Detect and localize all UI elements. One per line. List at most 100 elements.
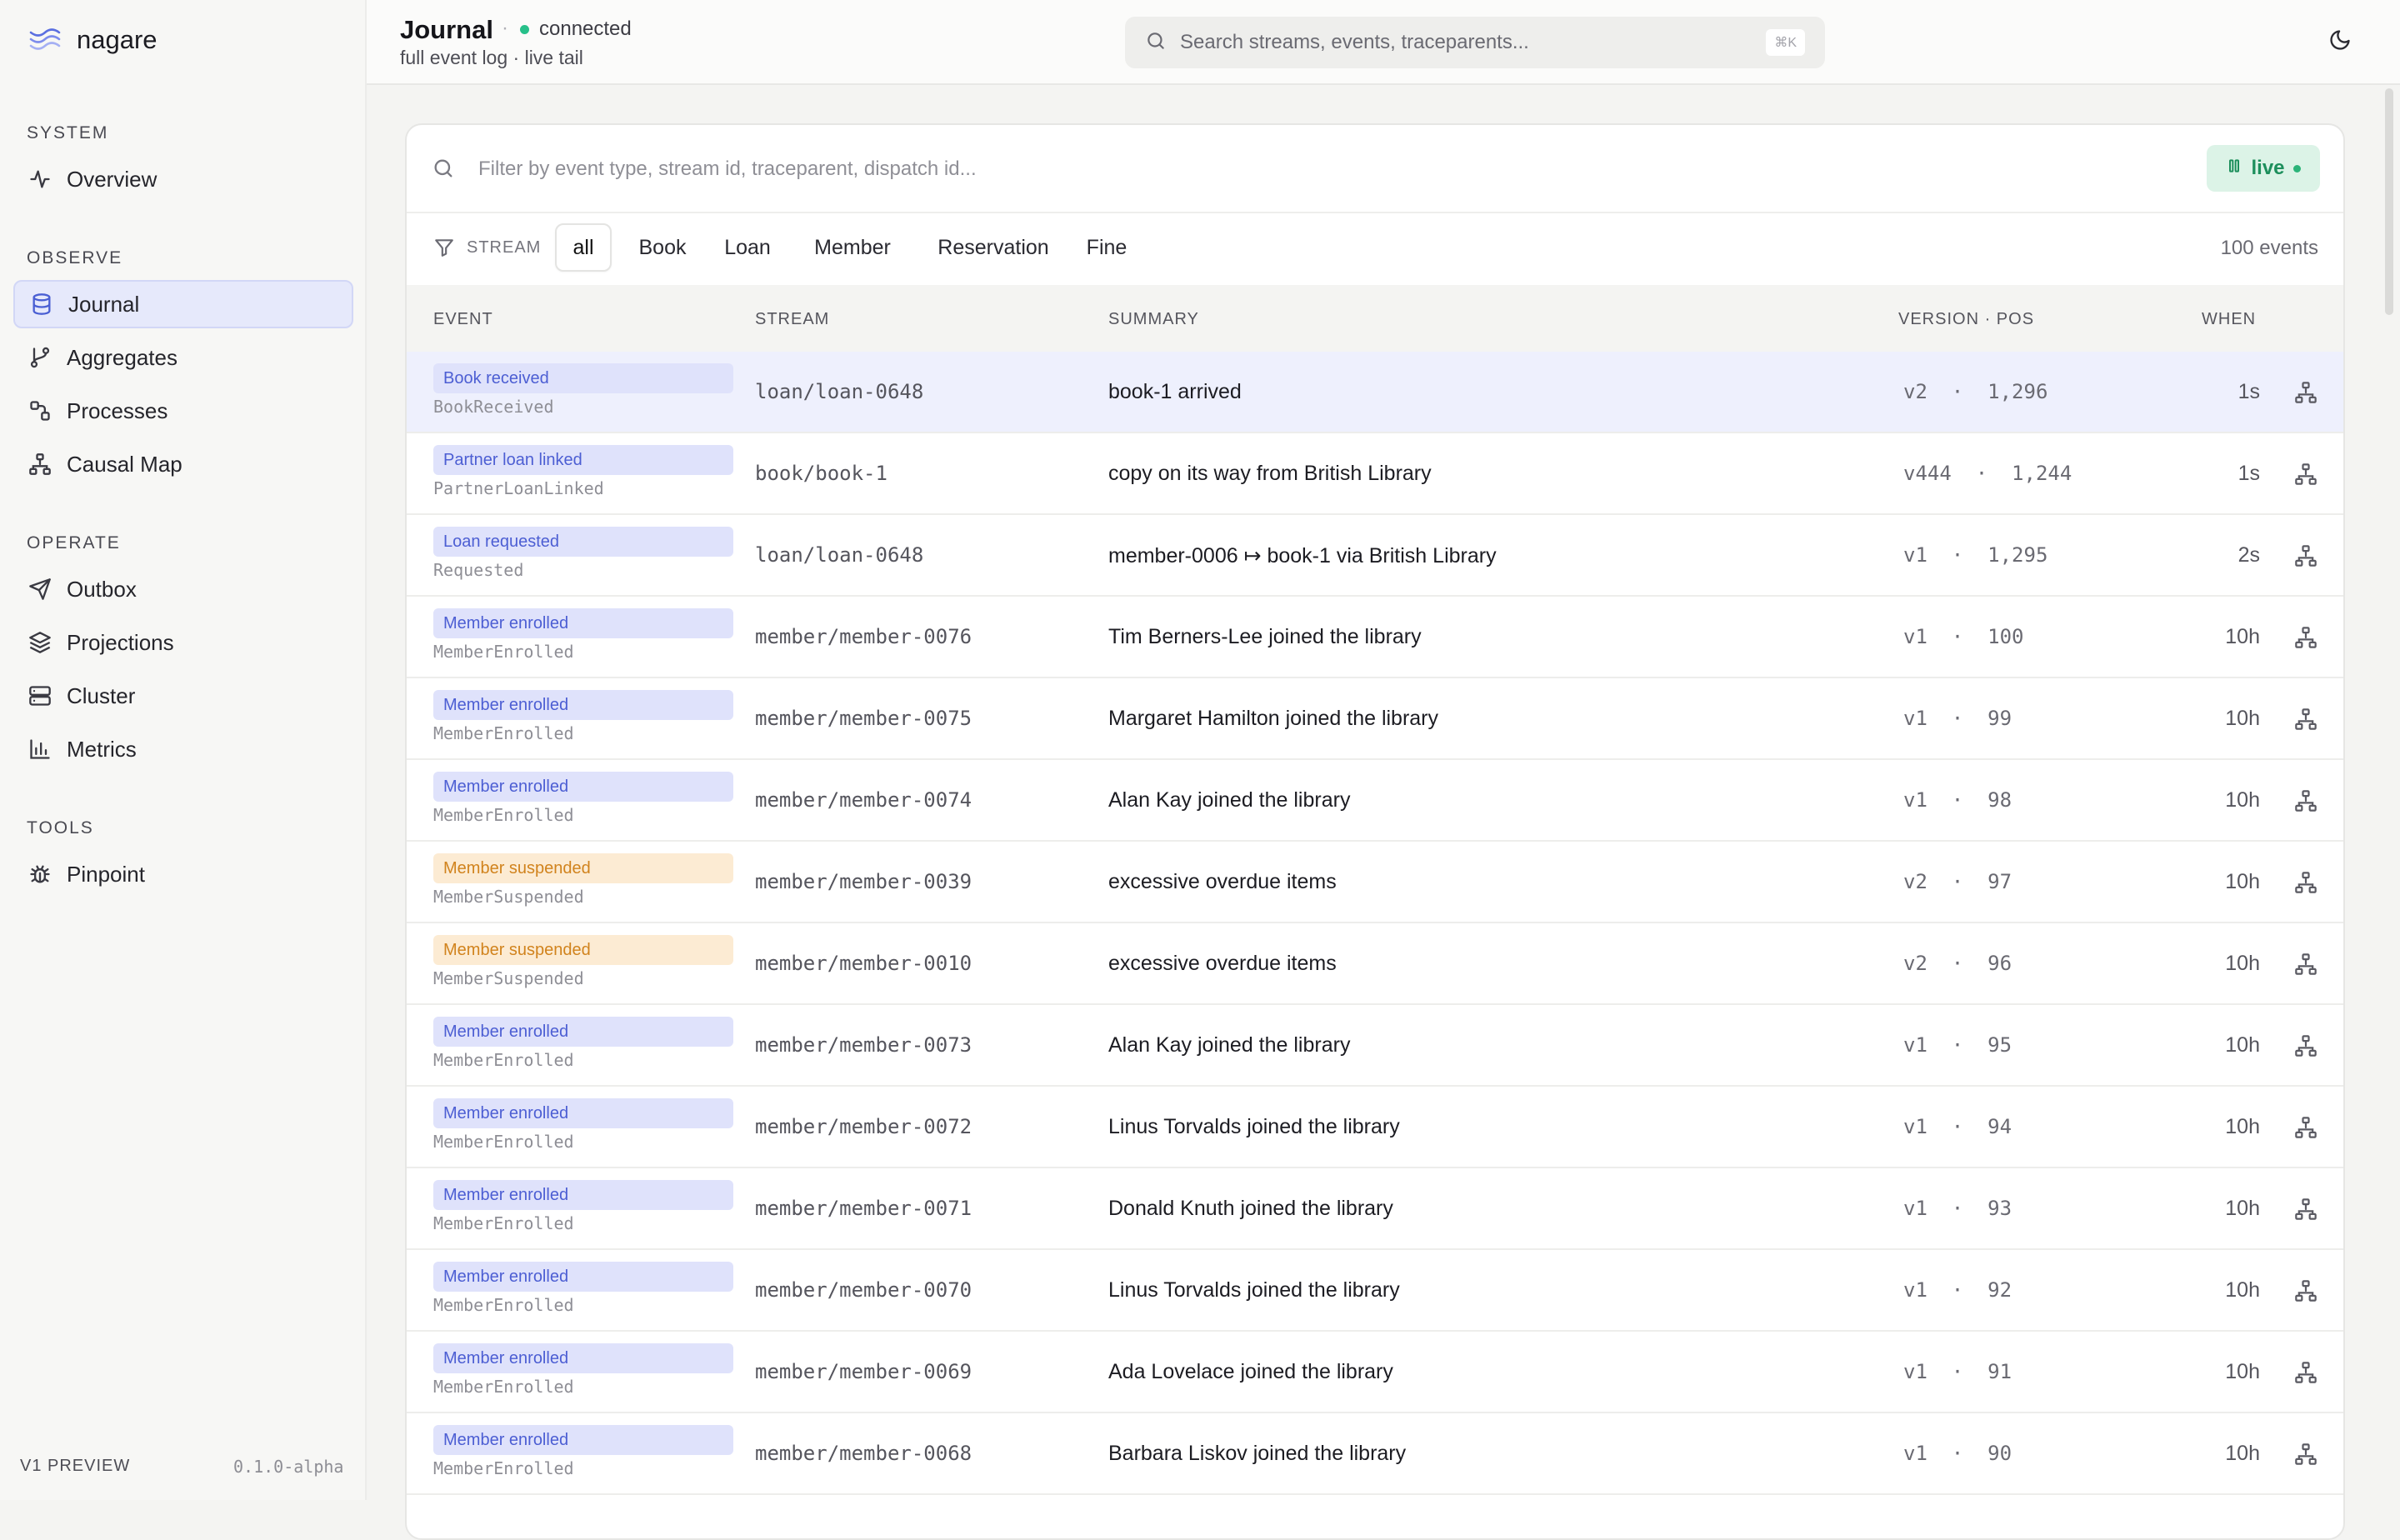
- sidebar-item-outbox[interactable]: Outbox: [13, 565, 353, 613]
- theme-toggle-button[interactable]: [2325, 27, 2355, 57]
- event-summary: Linus Torvalds joined the library: [1108, 1278, 1400, 1302]
- stream-id[interactable]: loan/loan-0648: [755, 543, 923, 567]
- column-version-pos: VERSION · POS: [1898, 310, 2035, 328]
- causal-map-button[interactable]: [2292, 1440, 2320, 1468]
- table-row[interactable]: Member enrolled MemberEnrolled member/me…: [407, 1168, 2343, 1250]
- stream-id[interactable]: member/member-0068: [755, 1442, 972, 1465]
- causal-map-button[interactable]: [2292, 1113, 2320, 1142]
- event-label-badge: Member suspended: [433, 853, 733, 883]
- pause-icon: [2226, 157, 2242, 180]
- sidebar-item-processes[interactable]: Processes: [13, 387, 353, 435]
- tab-loan[interactable]: Loan: [710, 223, 785, 272]
- table-row[interactable]: Member enrolled MemberEnrolled member/me…: [407, 1087, 2343, 1168]
- causal-map-button[interactable]: [2292, 1195, 2320, 1223]
- table-row[interactable]: Member enrolled MemberEnrolled member/me…: [407, 1250, 2343, 1332]
- sidebar-item-metrics[interactable]: Metrics: [13, 725, 353, 773]
- event-type: MemberEnrolled: [433, 1377, 574, 1397]
- event-type: MemberEnrolled: [433, 1213, 574, 1233]
- table-row[interactable]: Member enrolled MemberEnrolled member/me…: [407, 678, 2343, 760]
- table-row[interactable]: Member enrolled MemberEnrolled member/me…: [407, 597, 2343, 678]
- tab-member[interactable]: Member: [798, 223, 907, 272]
- table-row[interactable]: Member suspended MemberSuspended member/…: [407, 923, 2343, 1005]
- stream-id[interactable]: member/member-0069: [755, 1360, 972, 1383]
- stream-id[interactable]: member/member-0076: [755, 625, 972, 648]
- table-row[interactable]: Loan requested Requested loan/loan-0648 …: [407, 515, 2343, 597]
- global-search-input[interactable]: [1178, 30, 1765, 55]
- sidebar-item-cluster[interactable]: Cluster: [13, 672, 353, 720]
- stream-id[interactable]: member/member-0070: [755, 1278, 972, 1302]
- event-when: 10h: [2225, 952, 2260, 975]
- version-position: v2 · 1,296: [1903, 380, 2048, 403]
- sidebar-item-label: Outbox: [67, 576, 137, 602]
- event-type: Requested: [433, 560, 524, 580]
- stream-id[interactable]: loan/loan-0648: [755, 380, 923, 403]
- event-label-badge: Member enrolled: [433, 1343, 733, 1373]
- event-filter-input[interactable]: [477, 150, 2063, 188]
- stream-id[interactable]: book/book-1: [755, 462, 888, 485]
- version-position: v444 · 1,244: [1903, 462, 2072, 485]
- sidebar-item-pinpoint[interactable]: Pinpoint: [13, 850, 353, 898]
- stream-id[interactable]: member/member-0073: [755, 1033, 972, 1057]
- table-row[interactable]: Member enrolled MemberEnrolled member/me…: [407, 1332, 2343, 1413]
- git-branch-icon: [27, 344, 53, 371]
- version-position: v1 · 94: [1903, 1115, 2012, 1138]
- connection-status: connected: [539, 18, 632, 40]
- stream-id[interactable]: member/member-0071: [755, 1197, 972, 1220]
- event-when: 10h: [2225, 1197, 2260, 1220]
- event-label-badge: Member enrolled: [433, 1262, 733, 1292]
- bar-chart-icon: [27, 736, 53, 762]
- sidebar-item-aggregates[interactable]: Aggregates: [13, 333, 353, 382]
- causal-map-button[interactable]: [2292, 950, 2320, 978]
- stream-id[interactable]: member/member-0075: [755, 707, 972, 730]
- version-position: v1 · 92: [1903, 1278, 2012, 1302]
- hierarchy-icon: [2295, 1198, 2317, 1220]
- event-summary: Donald Knuth joined the library: [1108, 1197, 1393, 1220]
- hierarchy-icon: [2295, 1443, 2317, 1465]
- tab-all[interactable]: all: [555, 223, 612, 272]
- stream-id[interactable]: member/member-0072: [755, 1115, 972, 1138]
- filter-icon: [433, 237, 455, 262]
- event-summary: member-0006 ↦ book-1 via British Library: [1108, 544, 1497, 568]
- page-scrollbar[interactable]: [2385, 88, 2393, 315]
- event-when: 10h: [2225, 1360, 2260, 1383]
- journal-card: live STREAM all Book Loan Member Reserva…: [405, 123, 2345, 1540]
- stream-id[interactable]: member/member-0010: [755, 952, 972, 975]
- causal-map-button[interactable]: [2292, 868, 2320, 897]
- version-position: v1 · 95: [1903, 1033, 2012, 1057]
- table-row[interactable]: Member enrolled MemberEnrolled member/me…: [407, 1005, 2343, 1087]
- event-summary: Ada Lovelace joined the library: [1108, 1360, 1393, 1383]
- causal-map-button[interactable]: [2292, 460, 2320, 488]
- stream-id[interactable]: member/member-0074: [755, 788, 972, 812]
- sidebar-item-label: Causal Map: [67, 451, 182, 477]
- tab-book[interactable]: Book: [625, 223, 700, 272]
- event-when: 10h: [2225, 625, 2260, 648]
- event-label-badge: Member enrolled: [433, 1425, 733, 1455]
- table-row[interactable]: Book received BookReceived loan/loan-064…: [407, 352, 2343, 433]
- global-search[interactable]: ⌘K: [1125, 17, 1825, 68]
- causal-map-button[interactable]: [2292, 787, 2320, 815]
- causal-map-button[interactable]: [2292, 1032, 2320, 1060]
- table-row[interactable]: Partner loan linked PartnerLoanLinked bo…: [407, 433, 2343, 515]
- sidebar-item-overview[interactable]: Overview: [13, 155, 353, 203]
- tab-fine[interactable]: Fine: [1073, 223, 1140, 272]
- tab-reservation[interactable]: Reservation: [922, 223, 1065, 272]
- causal-map-button[interactable]: [2292, 1277, 2320, 1305]
- table-row[interactable]: Member suspended MemberSuspended member/…: [407, 842, 2343, 923]
- sidebar-item-projections[interactable]: Projections: [13, 618, 353, 667]
- causal-map-button[interactable]: [2292, 378, 2320, 407]
- causal-map-button[interactable]: [2292, 623, 2320, 652]
- event-summary: excessive overdue items: [1108, 952, 1337, 975]
- table-row[interactable]: Member enrolled MemberEnrolled member/me…: [407, 760, 2343, 842]
- table-row[interactable]: Member enrolled MemberEnrolled member/me…: [407, 1413, 2343, 1495]
- causal-map-button[interactable]: [2292, 1358, 2320, 1387]
- causal-map-button[interactable]: [2292, 542, 2320, 570]
- sidebar-item-causal-map[interactable]: Causal Map: [13, 440, 353, 488]
- sidebar-item-label: Processes: [67, 398, 168, 423]
- live-toggle-button[interactable]: live: [2207, 145, 2320, 192]
- stream-id[interactable]: member/member-0039: [755, 870, 972, 893]
- event-label-badge: Member enrolled: [433, 690, 733, 720]
- sidebar-item-journal[interactable]: Journal: [13, 280, 353, 328]
- brand-logo[interactable]: nagare: [28, 25, 158, 55]
- sidebar-item-label: Metrics: [67, 736, 137, 762]
- causal-map-button[interactable]: [2292, 705, 2320, 733]
